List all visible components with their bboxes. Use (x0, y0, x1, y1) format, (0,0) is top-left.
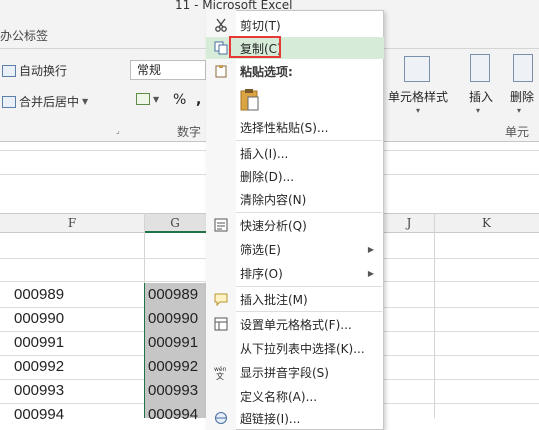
insert-cells-icon (470, 54, 490, 82)
globe-icon (206, 407, 236, 429)
format-cells-icon (206, 313, 236, 335)
menu-item-pick-from-list[interactable]: 从下拉列表中选择(K)... (206, 337, 384, 359)
submenu-arrow-icon: ▶ (367, 268, 374, 278)
svg-text:文: 文 (216, 371, 224, 380)
paste-button[interactable] (240, 88, 260, 115)
delete-cells-button[interactable]: 删除 (510, 88, 534, 105)
cell-f[interactable]: 000993 (14, 379, 64, 403)
menu-item-show-phonetic[interactable]: wén 文 显示拼音字段(S) (206, 361, 384, 383)
comma-button[interactable]: , (196, 92, 201, 108)
number-format-select[interactable]: 常规 (130, 60, 206, 80)
cell-g[interactable]: 000990 (148, 307, 206, 331)
menu-item-delete[interactable]: 删除(D)... (206, 165, 384, 187)
menu-separator (236, 140, 382, 141)
merge-center-label: 合并后居中 (19, 95, 80, 109)
annotation-highlight-box (229, 36, 281, 58)
merge-center-icon (2, 95, 16, 108)
menu-item-quick-analysis[interactable]: 快速分析(Q) (206, 214, 384, 236)
comment-icon (206, 288, 236, 310)
cell-f[interactable]: 000992 (14, 355, 64, 379)
percent-button[interactable]: % (173, 92, 186, 108)
menu-separator (236, 311, 382, 312)
cell-styles-icon (404, 56, 430, 82)
column-divider (434, 213, 435, 418)
cells-group-label: 单元 (505, 125, 530, 139)
column-header-f[interactable]: F (0, 213, 144, 233)
cell-g[interactable]: 000994 (148, 403, 206, 427)
wrap-text-label: 自动换行 (19, 64, 68, 78)
menu-item-insert[interactable]: 插入(I)... (206, 142, 384, 164)
menu-item-paste-special[interactable]: 选择性粘贴(S)... (206, 116, 384, 138)
cell-f[interactable]: 000991 (14, 331, 64, 355)
column-header-j[interactable]: J (384, 213, 434, 233)
menu-item-hyperlink[interactable]: 超链接(I)... (206, 407, 384, 429)
column-header-k[interactable]: K (434, 213, 539, 233)
menu-item-format-cells[interactable]: 设置单元格格式(F)... (206, 313, 384, 335)
cell-g[interactable]: 000993 (148, 379, 206, 403)
menu-item-sort[interactable]: 排序(O) ▶ (206, 262, 384, 284)
quick-analysis-icon (206, 214, 236, 236)
menu-separator (236, 212, 382, 213)
cell-g[interactable]: 000989 (148, 283, 206, 307)
menu-item-cut[interactable]: 剪切(T) (206, 14, 384, 36)
cell-f[interactable]: 000994 (14, 403, 64, 427)
wrap-text-button[interactable]: 自动换行 (2, 62, 67, 79)
cell-g[interactable]: 000991 (148, 331, 206, 355)
column-header-g[interactable]: G (144, 213, 206, 233)
menu-item-filter[interactable]: 筛选(E) ▶ (206, 238, 384, 260)
ribbon-tab-office[interactable]: 办公标签 (0, 27, 48, 44)
menu-item-define-name[interactable]: 定义名称(A)... (206, 385, 384, 407)
clipboard-icon (206, 60, 236, 82)
cell-styles-button[interactable]: 单元格样式 (388, 88, 448, 105)
menu-item-clear-contents[interactable]: 清除内容(N) (206, 188, 384, 210)
merge-center-button[interactable]: 合并后居中 ▼ (2, 93, 88, 110)
paste-clipboard-icon (240, 89, 259, 111)
cell-f[interactable]: 000990 (14, 307, 64, 331)
chevron-down-icon: ▼ (82, 97, 89, 106)
cell-g[interactable]: 000992 (148, 355, 206, 379)
number-group-label: 数字 (177, 125, 202, 139)
currency-button[interactable]: ▼ (136, 93, 159, 105)
chevron-down-icon: ▾ (476, 106, 481, 115)
menu-item-insert-comment[interactable]: 插入批注(M) (206, 288, 384, 310)
cell-f[interactable]: 000989 (14, 283, 64, 307)
insert-cells-button[interactable]: 插入 (469, 88, 493, 105)
paste-options-header: 粘贴选项: (206, 60, 384, 82)
wrap-text-icon (2, 64, 16, 77)
alignment-dialog-launcher-icon[interactable]: ⌟ (116, 126, 120, 135)
scissors-icon (206, 14, 236, 36)
delete-cells-icon (513, 54, 533, 82)
chevron-down-icon: ▾ (517, 106, 522, 115)
menu-separator (236, 286, 382, 287)
chevron-down-icon: ▾ (416, 106, 421, 115)
phonetic-icon: wén 文 (206, 361, 236, 383)
submenu-arrow-icon: ▶ (367, 244, 374, 254)
currency-icon (136, 93, 150, 105)
chevron-down-icon: ▼ (153, 94, 160, 104)
